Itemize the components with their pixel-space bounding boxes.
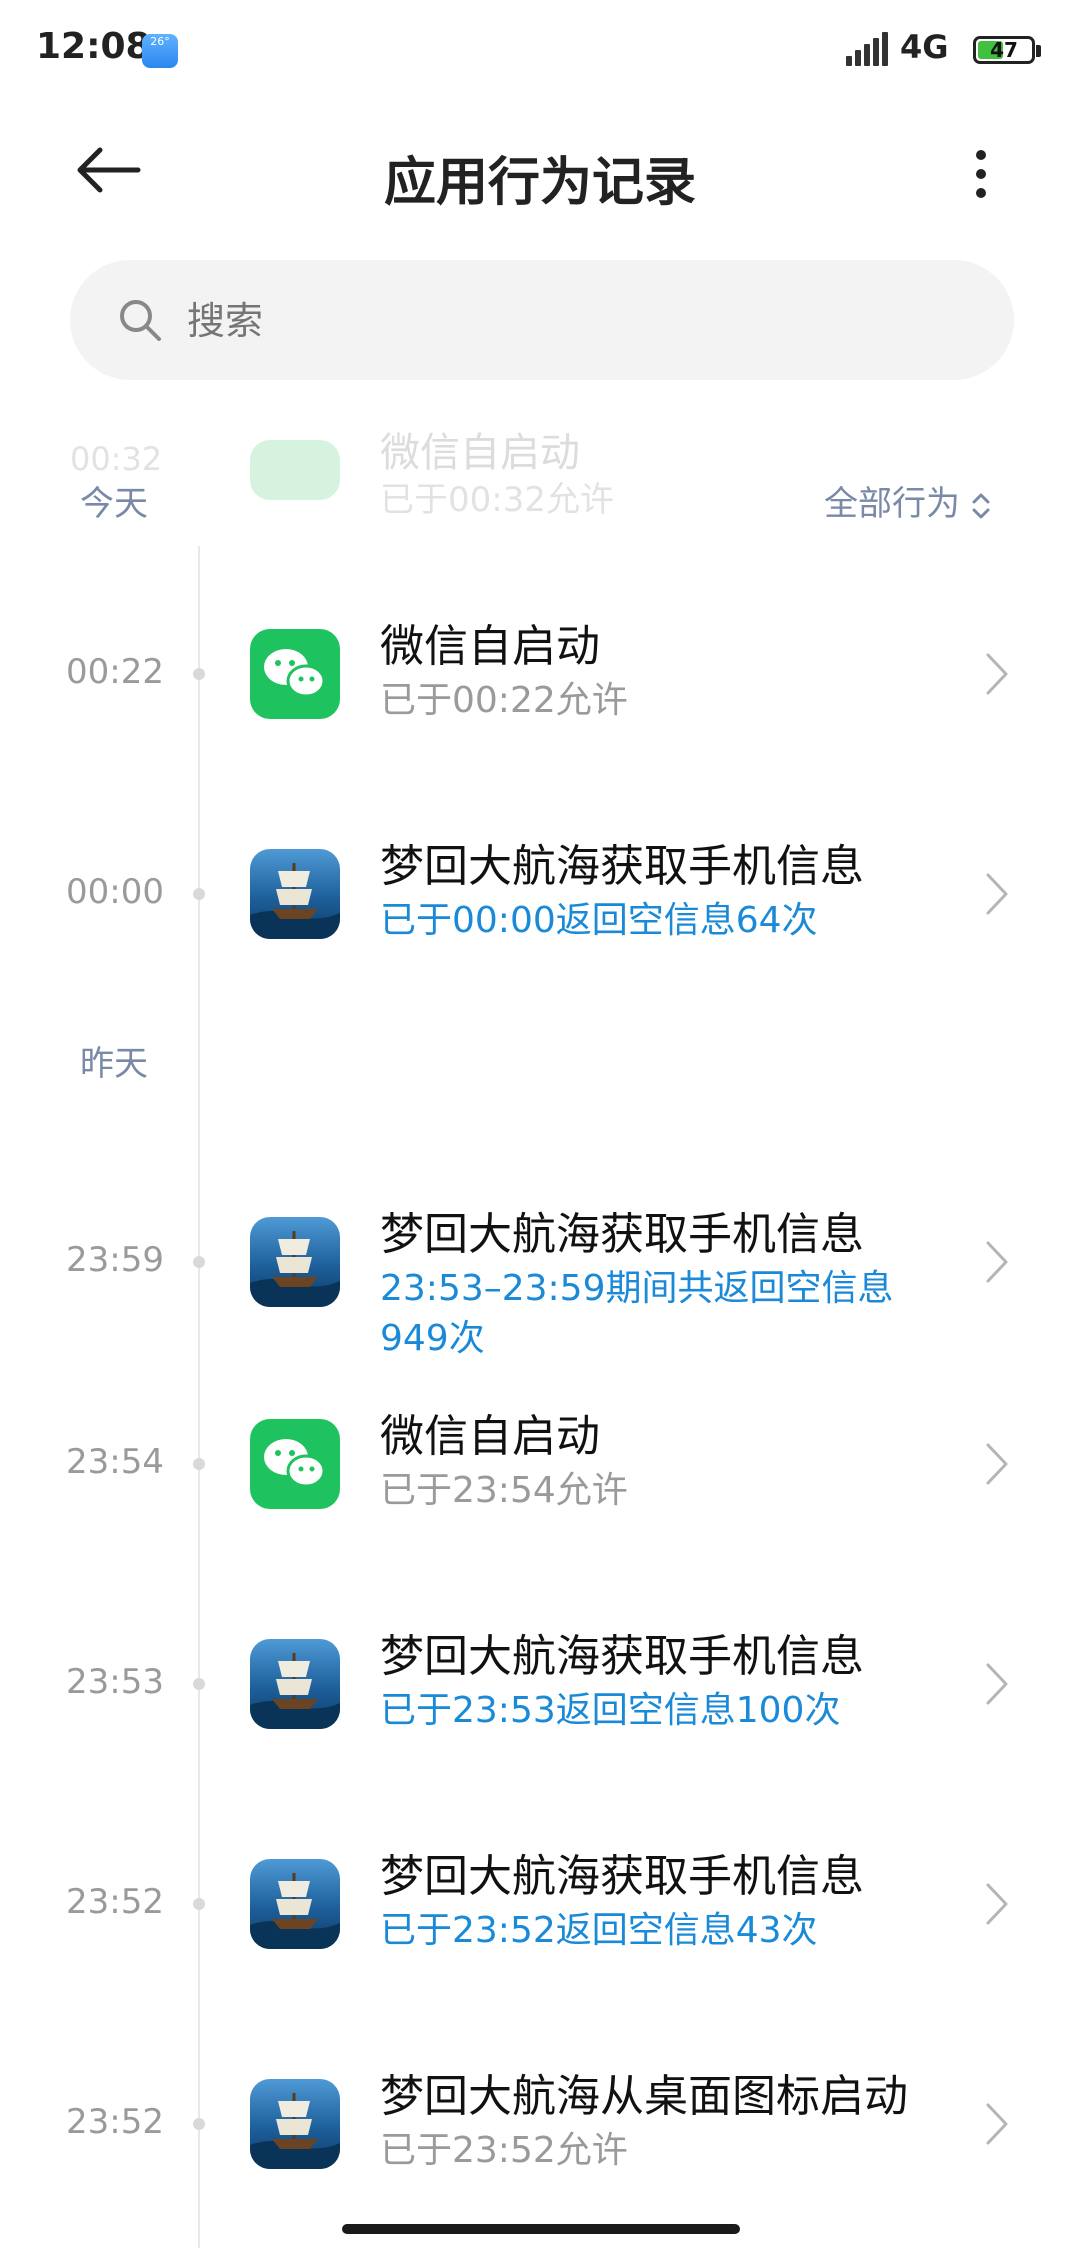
timeline-dot <box>193 1898 205 1910</box>
record-title: 微信自启动 <box>380 1411 600 1462</box>
section-header-today: 今天 <box>80 484 148 524</box>
record-time: 00:22 <box>66 652 164 692</box>
record-row[interactable]: 23:59 梦回大航海获取手机信息 23:53–23:59期间共返回空信息949次 <box>0 1180 1080 1360</box>
signal-icon <box>846 32 890 68</box>
record-time: 23:52 <box>66 1882 164 1922</box>
record-row[interactable]: 23:52 梦回大航海从桌面图标启动已于23:52允许 <box>0 2066 1080 2246</box>
record-row[interactable]: 00:00 梦回大航海获取手机信息已于00:00返回空信息64次 <box>0 836 1080 1016</box>
record-time: 23:52 <box>66 2102 164 2142</box>
more-options-button[interactable] <box>960 144 1000 204</box>
home-indicator[interactable] <box>342 2224 740 2234</box>
record-time: 23:59 <box>66 1240 164 1280</box>
record-subtitle: 已于00:22允许 <box>380 680 628 721</box>
status-time: 12:08 <box>36 26 151 67</box>
record-time: 00:00 <box>66 872 164 912</box>
wechat-app-icon <box>250 1419 340 1509</box>
wechat-app-icon <box>250 629 340 719</box>
record-subtitle: 23:53–23:59期间共返回空信息949次 <box>380 1268 894 1359</box>
record-title: 梦回大航海从桌面图标启动 <box>380 2071 908 2122</box>
record-title: 微信自启动 <box>380 621 600 672</box>
record-title: 梦回大航海获取手机信息 <box>380 1209 864 1260</box>
app-header: 应用行为记录 <box>0 110 1080 230</box>
wechat-icon <box>250 440 340 500</box>
filter-label: 全部行为 <box>824 484 960 524</box>
record-row[interactable]: 23:54 微信自启动已于23:54允许 <box>0 1406 1080 1586</box>
timeline-dot <box>193 1458 205 1470</box>
ship-game-app-icon <box>250 1859 340 1949</box>
chevron-right-icon <box>986 1241 1008 1283</box>
sort-chevrons-icon <box>972 493 990 518</box>
record-row[interactable]: 23:52 梦回大航海获取手机信息已于23:52返回空信息43次 <box>0 1846 1080 2026</box>
chevron-right-icon <box>986 873 1008 915</box>
record-row[interactable]: 00:22 微信自启动已于00:22允许 <box>0 616 1080 796</box>
timeline-dot <box>193 2118 205 2130</box>
record-row[interactable]: 23:53 梦回大航海获取手机信息已于23:53返回空信息100次 <box>0 1626 1080 1806</box>
timeline-dot <box>193 1678 205 1690</box>
chevron-right-icon <box>986 1663 1008 1705</box>
timeline-dot <box>193 1256 205 1268</box>
chevron-right-icon <box>986 653 1008 695</box>
status-bar: 12:08 26° 4G 47 <box>0 0 1080 100</box>
record-title: 梦回大航海获取手机信息 <box>380 1631 864 1682</box>
chevron-right-icon <box>986 1443 1008 1485</box>
section-header-yesterday: 昨天 <box>80 1044 148 1084</box>
search-input[interactable] <box>185 282 949 360</box>
more-vertical-icon <box>976 150 986 160</box>
record-time: 23:53 <box>66 1662 164 1702</box>
search-bar[interactable] <box>70 260 1014 380</box>
ship-game-app-icon <box>250 1217 340 1307</box>
record-list[interactable]: 00:32 微信自启动 已于00:32允许 今天 全部行为 昨天 00:22 微信… <box>0 400 1080 2248</box>
search-icon <box>120 300 161 341</box>
weather-icon: 26° <box>142 34 178 68</box>
record-subtitle: 已于23:54允许 <box>380 1470 628 1511</box>
chevron-right-icon <box>986 2103 1008 2145</box>
filter-dropdown[interactable]: 全部行为 <box>824 476 992 525</box>
ship-game-app-icon <box>250 849 340 939</box>
ship-game-app-icon <box>250 2079 340 2169</box>
record-title: 梦回大航海获取手机信息 <box>380 841 864 892</box>
chevron-right-icon <box>986 1883 1008 1925</box>
battery-icon: 47 <box>973 36 1041 64</box>
record-subtitle: 已于23:52返回空信息43次 <box>380 1910 818 1951</box>
network-type: 4G <box>900 28 949 66</box>
record-subtitle: 已于00:00返回空信息64次 <box>380 900 818 941</box>
timeline-dot <box>193 888 205 900</box>
record-title: 梦回大航海获取手机信息 <box>380 1851 864 1902</box>
record-subtitle: 已于23:52允许 <box>380 2130 628 2171</box>
ship-game-app-icon <box>250 1639 340 1729</box>
timeline-dot <box>193 668 205 680</box>
page-title: 应用行为记录 <box>383 153 696 213</box>
battery-level: 47 <box>990 38 1018 62</box>
record-time: 23:54 <box>66 1442 164 1482</box>
record-subtitle: 已于23:53返回空信息100次 <box>380 1690 841 1731</box>
